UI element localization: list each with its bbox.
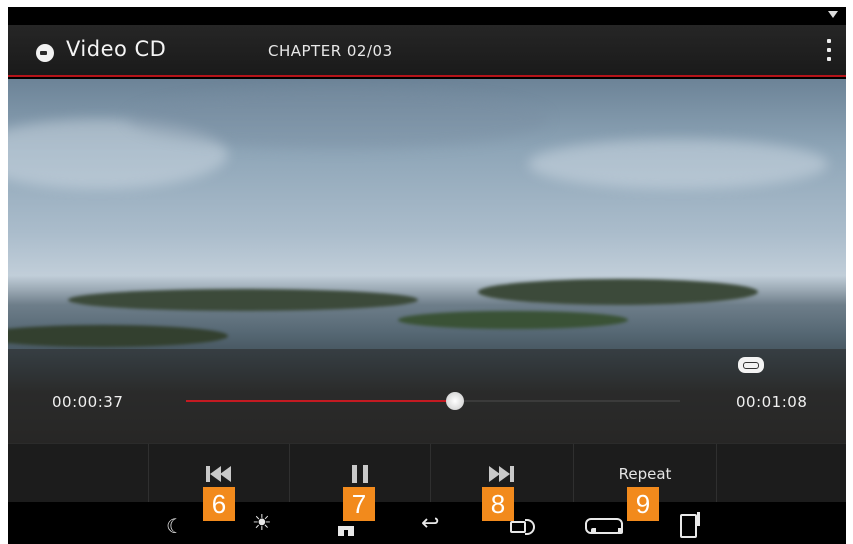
repeat-icon bbox=[738, 357, 764, 373]
video-display[interactable]: 00:00:37 00:01:08 bbox=[8, 79, 846, 443]
home-icon[interactable] bbox=[336, 520, 356, 536]
total-time: 00:01:08 bbox=[736, 393, 808, 411]
signal-icon bbox=[828, 11, 838, 18]
callout-8: 8 bbox=[482, 487, 514, 521]
screen: Video CD CHAPTER 02/03 00:00:37 00:01:08 bbox=[8, 7, 846, 544]
progress-thumb[interactable] bbox=[445, 392, 464, 410]
car-icon[interactable] bbox=[583, 515, 623, 535]
callout-6: 6 bbox=[203, 487, 235, 521]
control-buttons: Repeat bbox=[8, 443, 846, 503]
callout-7: 7 bbox=[343, 487, 375, 521]
moon-icon[interactable]: ☾ bbox=[166, 516, 184, 536]
system-bar: ☾ ☀ ↩ bbox=[8, 502, 846, 544]
chapter-indicator: CHAPTER 02/03 bbox=[268, 42, 393, 60]
title-bar: Video CD CHAPTER 02/03 bbox=[8, 25, 846, 77]
playback-overlay: 00:00:37 00:01:08 bbox=[8, 349, 846, 443]
pause-icon bbox=[352, 464, 368, 483]
skip-previous-icon bbox=[204, 465, 234, 482]
back-icon[interactable]: ↩ bbox=[421, 513, 439, 535]
sun-icon[interactable]: ☀ bbox=[252, 513, 272, 535]
phone-icon[interactable] bbox=[680, 512, 706, 538]
repeat-label: Repeat bbox=[618, 464, 672, 483]
more-vert-icon[interactable] bbox=[826, 39, 832, 65]
current-time: 00:00:37 bbox=[52, 393, 124, 411]
progress-fill bbox=[186, 400, 455, 402]
page-title: Video CD bbox=[66, 37, 167, 61]
status-bar bbox=[8, 7, 846, 25]
callout-9: 9 bbox=[627, 487, 659, 521]
progress-slider[interactable] bbox=[186, 392, 680, 410]
skip-next-icon bbox=[486, 465, 516, 482]
disc-icon bbox=[36, 44, 54, 62]
